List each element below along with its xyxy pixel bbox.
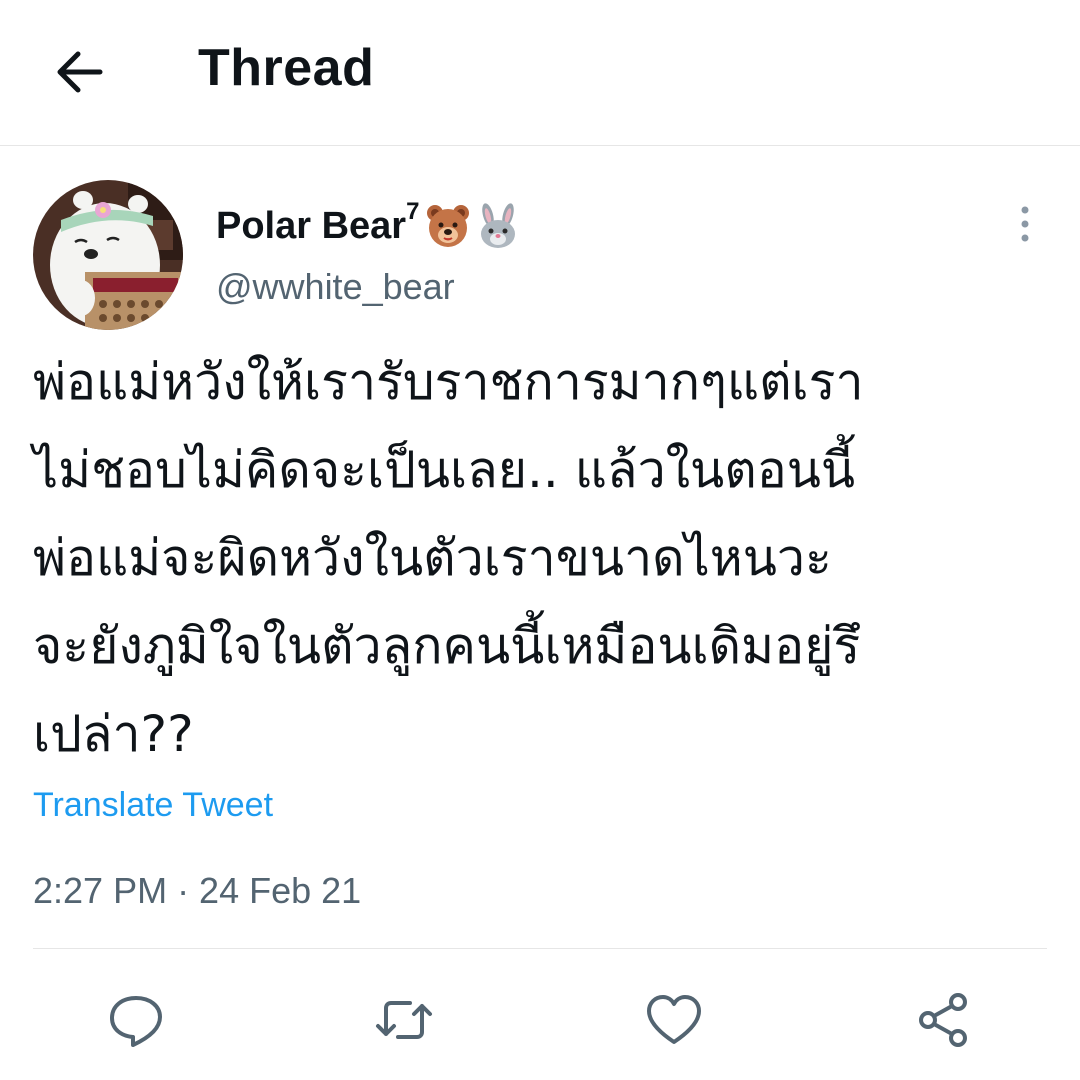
translate-tweet-link[interactable]: Translate Tweet [33,786,273,825]
page-title: Thread [198,39,375,97]
more-options-icon[interactable] [1010,204,1040,244]
reply-button[interactable] [106,990,166,1050]
retweet-icon [376,1001,432,1039]
rabbit-face-emoji [475,203,521,249]
user-handle[interactable]: @wwhite_bear [216,266,455,308]
name-superscript: 7 [406,198,420,225]
retweet-button[interactable] [374,990,434,1050]
reply-icon [110,996,162,1047]
tweet-text: พ่อแม่หวังให้เรารับราชการมากๆแต่เรา ไม่ช… [33,353,864,763]
like-button[interactable] [644,990,704,1050]
arrow-left-icon[interactable] [50,44,106,100]
bear-face-emoji [425,203,471,249]
divider [33,948,1047,949]
thread-header: Thread [0,0,1080,146]
like-icon [647,995,701,1044]
tweet-timestamp[interactable]: 2:27 PM · 24 Feb 21 [33,870,361,912]
share-button[interactable] [914,990,974,1050]
avatar[interactable] [33,180,183,330]
display-name[interactable]: Polar Bear 7 [216,198,525,249]
share-icon [919,993,967,1047]
display-name-text: Polar Bear [216,204,407,247]
